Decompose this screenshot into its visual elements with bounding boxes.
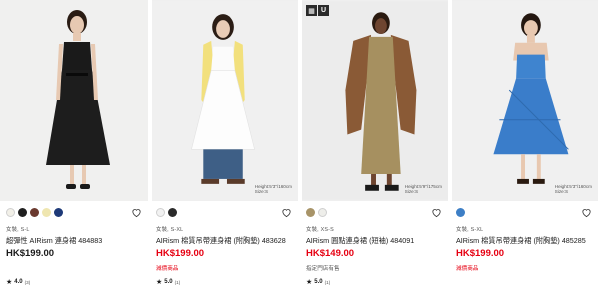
heart-icon[interactable]	[581, 207, 592, 218]
sale-flag: 減價商品	[156, 266, 179, 272]
color-swatch[interactable]	[318, 208, 327, 217]
rating-value: 4.0	[14, 279, 23, 285]
product-card[interactable]: ▦ U Height:5'9"/175cm Size:S 女裝, XS-S AI…	[300, 0, 450, 295]
brand-logo: ▦ U	[306, 5, 329, 16]
model-size-note: Height:5'9"/175cm Size:S	[405, 184, 442, 195]
model-illustration	[302, 1, 448, 200]
product-meta: 女裝, S-XL	[156, 227, 184, 233]
color-swatch[interactable]	[456, 208, 465, 217]
color-swatch[interactable]	[42, 208, 51, 217]
model-size: Size:S	[254, 189, 269, 195]
heart-icon[interactable]	[431, 207, 442, 218]
star-icon: ★	[306, 279, 313, 286]
product-meta: 女裝, XS-S	[306, 227, 334, 233]
model-illustration	[152, 1, 298, 200]
rating-count: (3)	[24, 279, 31, 285]
store-availability-flag: 指定門店有售	[306, 266, 340, 272]
color-swatches	[156, 208, 177, 217]
rating-value: 5.0	[314, 279, 323, 285]
color-swatches	[456, 208, 465, 217]
product-price: HK$199.00	[6, 248, 55, 259]
product-name[interactable]: AIRism 圓點連身裙 (短袖) 484091	[306, 236, 414, 246]
product-card[interactable]: Height:5'3"/160cm Size:S 女裝, S-XL AIRism…	[150, 0, 300, 295]
product-grid: 女裝, S-L 超彈性 AIRism 連身裙 484883 HK$199.00 …	[0, 0, 600, 295]
product-name[interactable]: AIRism 棉質吊帶連身裙 (附胸墊) 483628	[156, 236, 286, 246]
rating-count: (1)	[174, 279, 181, 285]
product-rating: ★ 5.0 (1)	[156, 278, 180, 286]
product-price: HK$149.00	[306, 248, 355, 259]
star-icon: ★	[6, 279, 13, 286]
model-size: Size:S	[404, 189, 419, 195]
rating-value: 5.0	[164, 279, 173, 285]
product-name[interactable]: 超彈性 AIRism 連身裙 484883	[6, 236, 102, 246]
product-meta: 女裝, S-L	[6, 227, 30, 233]
brand-logo-letter: U	[318, 5, 329, 16]
color-swatches	[306, 208, 327, 217]
rating-count: (1)	[324, 279, 331, 285]
product-photo[interactable]: Height:5'3"/160cm Size:S	[152, 0, 298, 201]
heart-icon[interactable]	[131, 207, 142, 218]
product-photo[interactable]	[0, 0, 148, 201]
color-swatches	[6, 208, 63, 217]
model-illustration	[452, 1, 598, 200]
product-price: HK$199.00	[456, 248, 505, 259]
product-card[interactable]: 女裝, S-L 超彈性 AIRism 連身裙 484883 HK$199.00 …	[0, 0, 150, 295]
sale-flag: 減價商品	[456, 266, 479, 272]
model-size-note: Height:5'3"/160cm Size:S	[555, 184, 592, 195]
product-rating: ★ 5.0 (1)	[306, 278, 330, 286]
color-swatch[interactable]	[18, 208, 27, 217]
product-price: HK$199.00	[156, 248, 205, 259]
color-swatch[interactable]	[156, 208, 165, 217]
model-illustration	[0, 0, 148, 201]
model-size: Size:S	[554, 189, 569, 195]
product-card[interactable]: Height:5'3"/160cm Size:S 女裝, S-XL AIRism…	[450, 0, 600, 295]
brand-logo-mark: ▦	[306, 5, 317, 16]
color-swatch[interactable]	[168, 208, 177, 217]
model-size-note: Height:5'3"/160cm Size:S	[255, 184, 292, 195]
product-photo[interactable]: Height:5'3"/160cm Size:S	[452, 0, 598, 201]
product-meta: 女裝, S-XL	[456, 227, 484, 233]
product-rating: ★ 4.0 (3)	[6, 278, 30, 286]
color-swatch[interactable]	[30, 208, 39, 217]
color-swatch[interactable]	[54, 208, 63, 217]
heart-icon[interactable]	[281, 207, 292, 218]
color-swatch[interactable]	[306, 208, 315, 217]
star-icon: ★	[156, 279, 163, 286]
color-swatch[interactable]	[6, 208, 15, 217]
product-photo[interactable]: ▦ U Height:5'9"/175cm Size:S	[302, 0, 448, 201]
product-name[interactable]: AIRism 棉質吊帶連身裙 (附胸墊) 485285	[456, 236, 586, 246]
